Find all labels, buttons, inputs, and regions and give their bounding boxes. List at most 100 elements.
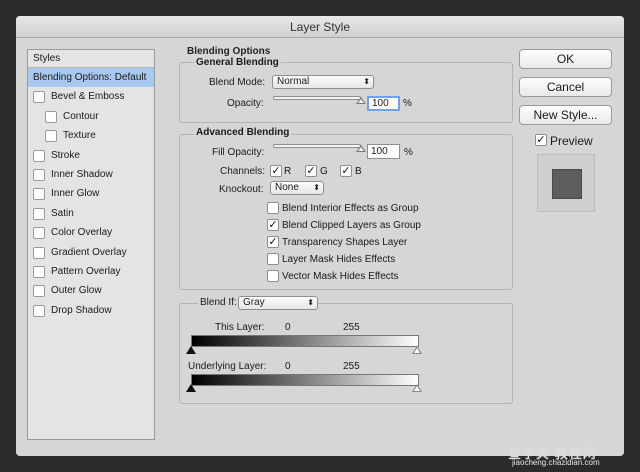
advanced-option-checkbox[interactable]: ✓ [267,236,279,248]
general-blending-title: General Blending [194,57,281,68]
fill-opacity-label: Fill Opacity: [212,147,265,158]
opacity-unit: % [403,98,412,109]
cancel-button[interactable]: Cancel [519,77,612,97]
style-item[interactable]: Bevel & Emboss [28,87,154,106]
advanced-option-label: Layer Mask Hides Effects [282,254,396,265]
style-item[interactable]: Texture [28,126,154,145]
new-style-button[interactable]: New Style... [519,105,612,125]
channel-b-checkbox[interactable]: ✓ [340,165,352,177]
fill-opacity-input[interactable]: 100 [367,144,400,159]
style-item-label: Gradient Overlay [51,246,127,258]
this-layer-label: This Layer: [215,322,265,333]
this-layer-black-slider[interactable] [186,346,196,354]
style-item[interactable]: Blending Options: Default [28,68,154,88]
select-arrows-icon: ⬍ [363,77,370,86]
general-blending-group [179,62,513,123]
style-item-label: Color Overlay [51,227,113,239]
advanced-option-label: Blend Clipped Layers as Group [282,220,421,231]
style-item-checkbox[interactable] [33,246,45,259]
style-item-label: Pattern Overlay [51,265,121,277]
channel-r-checkbox[interactable]: ✓ [270,165,282,177]
style-item[interactable]: Gradient Overlay [28,243,154,262]
opacity-slider[interactable] [273,96,361,100]
style-item-label: Inner Shadow [51,168,113,180]
blend-mode-label: Blend Mode: [209,77,266,88]
dialog-title: Layer Style [16,16,624,38]
fill-opacity-slider-thumb[interactable] [356,145,366,152]
style-item-checkbox[interactable] [33,304,45,317]
select-arrows-icon: ⬍ [307,298,314,307]
advanced-option-checkbox[interactable]: ✓ [267,219,279,231]
preview-swatch [552,169,582,199]
knockout-value: None [275,182,299,193]
style-item-checkbox[interactable] [33,285,45,298]
underlying-layer-black-slider[interactable] [186,384,196,392]
preview-checkbox[interactable]: ✓ [535,134,547,146]
style-item[interactable]: Color Overlay [28,223,154,242]
advanced-blending-title: Advanced Blending [194,127,292,138]
style-item-checkbox[interactable] [33,265,45,278]
select-arrows-icon: ⬍ [313,183,320,192]
underlying-layer-min: 0 [285,361,291,372]
style-item-label: Stroke [51,149,80,161]
style-item-label: Drop Shadow [51,304,112,316]
styles-list: Styles Blending Options: Default Bevel & … [27,49,155,440]
knockout-select[interactable]: None ⬍ [270,181,324,195]
style-item[interactable]: Inner Glow [28,184,154,203]
style-item[interactable]: Contour [28,107,154,126]
style-item-checkbox[interactable] [33,188,45,201]
blending-options-title: Blending Options [187,46,271,57]
style-item[interactable]: Stroke [28,146,154,165]
style-item[interactable]: Pattern Overlay [28,262,154,281]
advanced-option-label: Transparency Shapes Layer [282,237,408,248]
advanced-option-checkbox[interactable] [267,270,279,282]
style-item-checkbox[interactable] [45,130,57,143]
style-item-label: Inner Glow [51,188,100,200]
blend-mode-value: Normal [277,76,310,87]
opacity-slider-thumb[interactable] [356,97,366,104]
underlying-layer-gradient [191,374,419,386]
knockout-label: Knockout: [219,184,264,195]
style-item-checkbox[interactable] [33,227,45,240]
watermark-url: jiaocheng.chazidian.com [512,458,600,467]
style-item-label: Bevel & Emboss [51,91,125,103]
style-item-checkbox[interactable] [33,168,45,181]
style-item[interactable]: Satin [28,204,154,223]
this-layer-white-slider[interactable] [412,346,422,354]
channel-g-label: G [320,166,328,177]
this-layer-max: 255 [343,322,360,333]
style-item-label: Satin [51,207,74,219]
underlying-layer-max: 255 [343,361,360,372]
style-item-checkbox[interactable] [45,110,57,123]
advanced-option-checkbox[interactable] [267,253,279,265]
channel-g-checkbox[interactable]: ✓ [305,165,317,177]
blend-if-value: Gray [243,297,265,308]
style-item-checkbox[interactable] [33,91,45,104]
style-item-label: Contour [63,110,99,122]
watermark: 查字典 教程网 jiaocheng.chazidian.com [508,443,638,469]
this-layer-gradient [191,335,419,347]
style-item[interactable]: Inner Shadow [28,165,154,184]
blend-if-label: Blend If: [198,297,239,308]
style-item-checkbox[interactable] [33,207,45,220]
channels-label: Channels: [220,166,266,177]
underlying-layer-white-slider[interactable] [412,384,422,392]
fill-opacity-slider[interactable] [273,144,361,148]
style-item[interactable]: Outer Glow [28,281,154,300]
blend-if-group [179,303,513,404]
style-item-checkbox[interactable] [33,149,45,162]
styles-header: Styles [28,50,154,68]
blend-mode-select[interactable]: Normal ⬍ [272,75,374,89]
opacity-label: Opacity: [227,98,264,109]
preview-thumbnail [537,154,595,212]
style-item[interactable]: Drop Shadow [28,301,154,320]
underlying-layer-label: Underlying Layer: [188,361,267,372]
opacity-input[interactable]: 100 [367,96,400,111]
preview-label: Preview [550,134,593,148]
fill-opacity-unit: % [404,147,413,158]
channel-r-label: R [284,166,292,177]
blend-if-select[interactable]: Gray ⬍ [238,296,318,310]
ok-button[interactable]: OK [519,49,612,69]
advanced-option-checkbox[interactable] [267,202,279,214]
style-item-label: Blending Options: Default [33,72,147,83]
